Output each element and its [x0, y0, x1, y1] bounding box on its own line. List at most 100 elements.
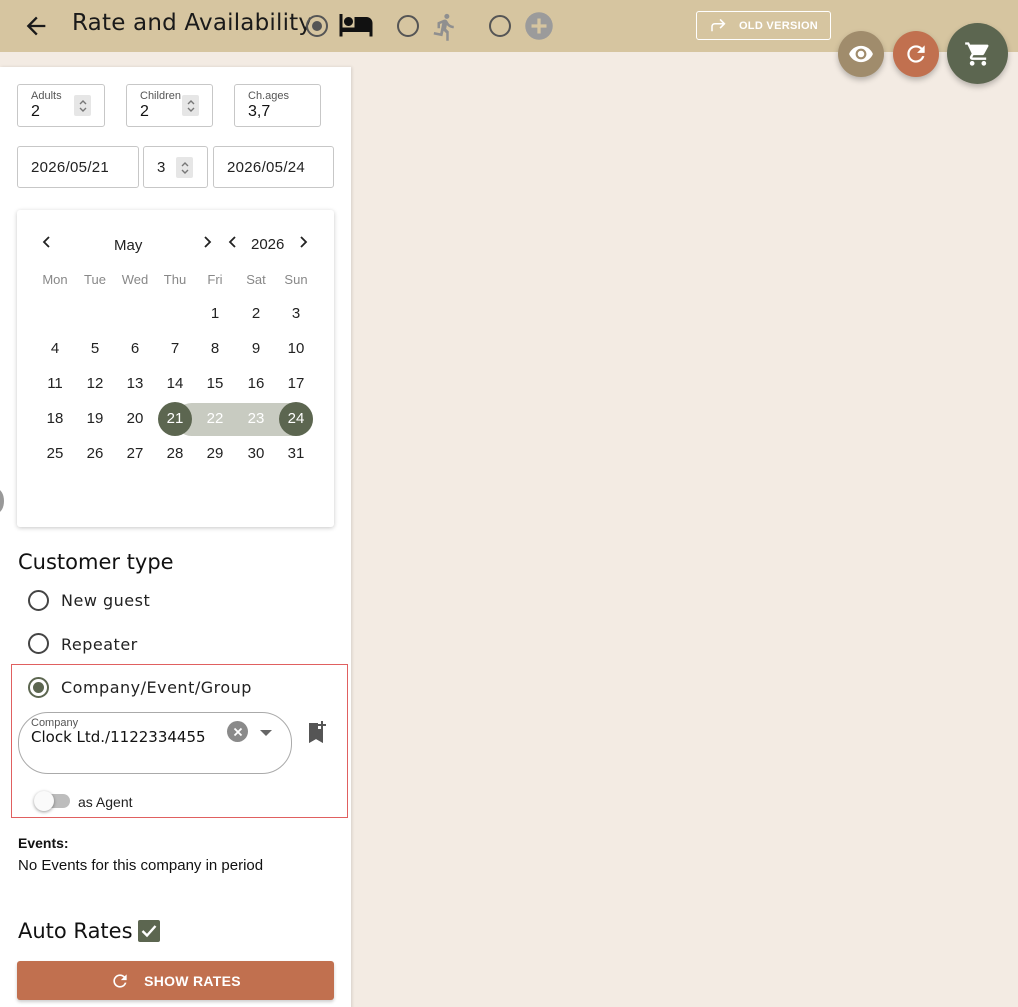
add-circle-icon [524, 11, 554, 46]
prev-year-icon[interactable] [227, 235, 239, 253]
calendar-day[interactable]: 6 [118, 332, 152, 366]
stepper-arrows-icon [181, 161, 188, 174]
clear-icon[interactable] [227, 721, 248, 742]
calendar-year[interactable]: 2026 [251, 236, 284, 253]
checkmark-icon [141, 925, 157, 938]
adults-field[interactable]: Adults 2 [17, 84, 105, 127]
calendar-day[interactable]: 30 [239, 437, 273, 471]
dropdown-arrow-icon[interactable] [260, 730, 272, 736]
calendar-day[interactable]: 15 [198, 367, 232, 401]
events-text: No Events for this company in period [18, 857, 264, 874]
calendar-day[interactable]: 23 [239, 402, 273, 436]
children-ages-field[interactable]: Ch.ages 3,7 [234, 84, 321, 127]
calendar-day[interactable]: 7 [158, 332, 192, 366]
as-agent-label: as Agent [78, 794, 133, 810]
refresh-button[interactable] [893, 31, 939, 77]
next-year-icon[interactable] [297, 235, 309, 253]
radio-company-event-group[interactable] [28, 677, 49, 698]
bookmark-add-icon[interactable] [306, 720, 328, 749]
calendar-day[interactable]: 29 [198, 437, 232, 471]
search-panel: Adults 2 Children 2 Ch.ages 3,7 2026/05/… [0, 67, 351, 1007]
mode-radio-activity[interactable] [397, 15, 419, 37]
refresh-icon [907, 45, 925, 63]
arrival-date-field[interactable]: 2026/05/21 [17, 146, 139, 188]
page-title: Rate and Availability [72, 10, 313, 36]
calendar-day[interactable]: 5 [78, 332, 112, 366]
radio-repeater[interactable] [28, 633, 49, 654]
auto-rates-checkbox[interactable] [138, 920, 160, 942]
prev-month-icon[interactable] [41, 235, 53, 253]
running-person-icon [430, 10, 460, 49]
old-version-label: OLD VERSION [738, 19, 819, 32]
children-value: 2 [140, 103, 149, 120]
customer-type-title: Customer type [18, 550, 174, 574]
company-select[interactable]: Company Clock Ltd./1122334455 [18, 712, 292, 774]
calendar-day[interactable]: 10 [279, 332, 313, 366]
calendar-day[interactable]: 13 [118, 367, 152, 401]
old-version-button[interactable]: OLD VERSION [696, 11, 831, 40]
calendar-day[interactable]: 9 [239, 332, 273, 366]
weekday-label: Mon [42, 272, 68, 287]
shopping-cart-icon [964, 41, 989, 66]
radio-new-guest-label: New guest [61, 591, 151, 610]
preview-button[interactable] [838, 31, 884, 77]
calendar-day[interactable]: 16 [239, 367, 273, 401]
adults-label: Adults [31, 90, 62, 102]
radio-new-guest[interactable] [28, 590, 49, 611]
calendar-day[interactable]: 25 [38, 437, 72, 471]
arrival-date-value: 2026/05/21 [31, 159, 110, 176]
children-field[interactable]: Children 2 [126, 84, 213, 127]
calendar-day[interactable]: 11 [38, 367, 72, 401]
calendar-day[interactable]: 1 [198, 297, 232, 331]
calendar-day[interactable]: 27 [118, 437, 152, 471]
calendar-day[interactable]: 22 [198, 402, 232, 436]
mode-radio-extra[interactable] [489, 15, 511, 37]
panel-collapse-handle[interactable] [0, 489, 4, 513]
calendar-day[interactable]: 2 [239, 297, 273, 331]
weekday-label: Wed [121, 272, 149, 287]
nights-value: 3 [157, 159, 166, 176]
calendar-day[interactable]: 17 [279, 367, 313, 401]
adults-stepper[interactable] [74, 95, 91, 116]
calendar-day[interactable]: 28 [158, 437, 192, 471]
calendar-day[interactable]: 26 [78, 437, 112, 471]
calendar-day[interactable]: 19 [78, 402, 112, 436]
calendar-day[interactable]: 18 [38, 402, 72, 436]
departure-date-field[interactable]: 2026/05/24 [213, 146, 334, 188]
calendar-day[interactable]: 4 [38, 332, 72, 366]
bed-icon [338, 11, 374, 46]
back-arrow-icon[interactable] [22, 12, 50, 40]
calendar-day[interactable]: 12 [78, 367, 112, 401]
refresh-icon [113, 973, 127, 988]
calendar-day[interactable]: 20 [118, 402, 152, 436]
mode-radio-accommodation[interactable] [306, 15, 328, 37]
calendar-day[interactable]: 31 [279, 437, 313, 471]
children-stepper[interactable] [182, 95, 199, 116]
calendar-day[interactable]: 24 [279, 402, 313, 436]
calendar-day[interactable]: 8 [198, 332, 232, 366]
redo-arrow-icon [711, 18, 726, 31]
show-rates-button[interactable]: SHOW RATES [17, 961, 334, 1000]
auto-rates-title: Auto Rates [18, 919, 133, 943]
weekday-label: Sat [246, 272, 266, 287]
weekday-label: Tue [84, 272, 106, 287]
cart-button[interactable] [947, 23, 1008, 84]
radio-company-event-group-label: Company/Event/Group [61, 678, 252, 697]
calendar-day[interactable]: 14 [158, 367, 192, 401]
adults-value: 2 [31, 103, 40, 120]
weekday-label: Sun [284, 272, 308, 287]
calendar-day[interactable]: 21 [158, 402, 192, 436]
calendar-day[interactable]: 3 [279, 297, 313, 331]
weekday-label: Thu [163, 272, 187, 287]
stepper-arrows-icon [79, 99, 86, 112]
as-agent-toggle[interactable] [34, 791, 70, 811]
nights-stepper[interactable] [176, 157, 193, 178]
stepper-arrows-icon [187, 99, 194, 112]
nights-field[interactable]: 3 [143, 146, 208, 188]
show-rates-label: SHOW RATES [144, 972, 241, 989]
children-ages-label: Ch.ages [248, 90, 289, 102]
company-value: Clock Ltd./1122334455 [31, 728, 206, 746]
next-month-icon[interactable] [201, 235, 213, 253]
radio-repeater-label: Repeater [61, 635, 138, 654]
calendar-month[interactable]: May [114, 237, 142, 254]
